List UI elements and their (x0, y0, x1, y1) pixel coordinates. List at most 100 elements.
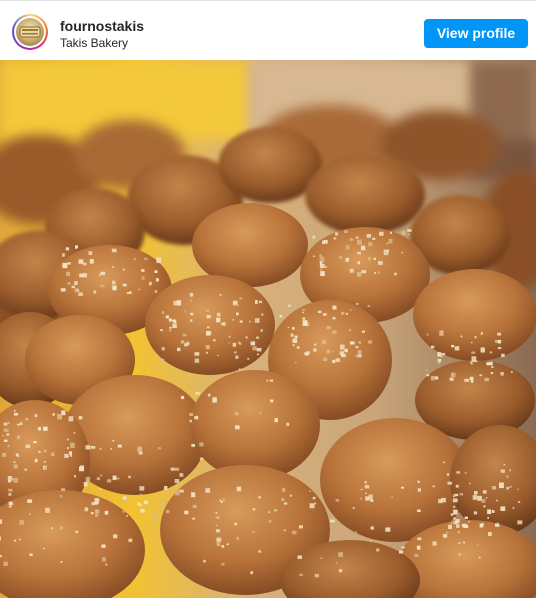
walnut-crumb (90, 446, 96, 449)
walnut-crumb (67, 455, 69, 457)
walnut-crumb (417, 488, 421, 492)
walnut-crumb (78, 416, 83, 420)
walnut-crumb (8, 505, 12, 508)
walnut-crumb (481, 523, 484, 527)
walnut-crumb (312, 235, 316, 239)
walnut-crumb (14, 539, 17, 542)
walnut-crumb (163, 486, 168, 490)
walnut-crumb (177, 347, 181, 352)
avatar[interactable] (12, 14, 48, 50)
walnut-crumb (181, 395, 185, 400)
walnut-crumb (414, 554, 419, 557)
walnut-crumb (451, 372, 456, 378)
walnut-crumb (358, 354, 362, 358)
walnut-crumb (323, 357, 328, 362)
walnut-crumb (60, 561, 63, 563)
walnut-crumb (332, 330, 337, 334)
walnut-crumb (512, 507, 515, 509)
walnut-crumb (335, 561, 338, 564)
walnut-crumb (478, 556, 481, 559)
walnut-crumb (77, 289, 80, 292)
walnut-crumb (219, 499, 222, 502)
walnut-crumb (122, 510, 125, 513)
walnut-crumb (518, 501, 521, 503)
walnut-crumb (401, 251, 404, 254)
walnut-crumb (175, 490, 180, 496)
walnut-crumb (279, 315, 283, 318)
walnut-crumb (360, 497, 362, 500)
walnut-crumb (312, 496, 316, 500)
walnut-crumb (355, 236, 359, 239)
walnut-crumb (99, 447, 102, 450)
walnut-crumb (494, 339, 498, 343)
walnut-crumb (88, 251, 93, 256)
walnut-crumb (357, 261, 361, 265)
walnut-crumb (297, 555, 302, 559)
walnut-crumb (62, 262, 68, 269)
walnut-crumb (217, 354, 219, 356)
walnut-crumb (376, 548, 380, 552)
walnut-crumb (496, 522, 499, 524)
walnut-crumb (94, 509, 100, 513)
walnut-crumb (483, 505, 486, 508)
walnut-crumb (379, 231, 384, 236)
walnut-crumb (234, 351, 237, 354)
walnut-crumb (101, 557, 106, 562)
walnut-crumb (274, 418, 278, 423)
walnut-crumb (451, 344, 454, 348)
walnut-crumb (216, 541, 221, 547)
walnut-crumb (189, 292, 194, 297)
walnut-crumb (474, 336, 477, 339)
walnut-crumb (252, 508, 256, 511)
walnut-crumb (364, 481, 367, 484)
walnut-crumb (320, 271, 325, 277)
walnut-crumb (216, 524, 218, 526)
walnut-crumb (0, 554, 2, 558)
walnut-crumb (260, 329, 263, 332)
username[interactable]: fournostakis (60, 18, 144, 34)
walnut-crumb (65, 247, 70, 251)
walnut-crumb (394, 272, 397, 276)
walnut-crumb (485, 497, 488, 499)
walnut-crumb (160, 329, 164, 332)
walnut-crumb (184, 510, 189, 515)
walnut-crumb (268, 520, 272, 523)
walnut-crumb (291, 530, 297, 535)
walnut-crumb (8, 480, 12, 483)
walnut-crumb (258, 550, 262, 553)
walnut-crumb (299, 573, 303, 576)
walnut-crumb (339, 256, 343, 259)
walnut-crumb (93, 290, 97, 294)
walnut-crumb (335, 232, 339, 236)
walnut-crumb (137, 446, 143, 453)
post-image[interactable] (0, 60, 536, 598)
walnut-crumb (236, 486, 242, 492)
walnut-crumb (238, 341, 241, 344)
walnut-crumb (288, 304, 291, 307)
view-profile-button[interactable]: View profile (424, 19, 528, 48)
walnut-crumb (274, 509, 278, 512)
walnut-crumb (59, 495, 63, 498)
walnut-crumb (126, 494, 129, 497)
walnut-crumb (361, 270, 367, 274)
cookie-shape (145, 275, 275, 375)
walnut-crumb (443, 534, 448, 538)
walnut-crumb (236, 536, 239, 540)
walnut-crumb (313, 348, 317, 352)
walnut-crumb (450, 522, 453, 524)
walnut-crumb (184, 310, 187, 312)
walnut-crumb (59, 526, 64, 530)
walnut-crumb (441, 497, 446, 503)
walnut-crumb (352, 507, 355, 509)
walnut-crumb (372, 237, 376, 240)
walnut-crumb (488, 532, 492, 536)
walnut-crumb (367, 305, 371, 307)
walnut-crumb (2, 452, 6, 457)
walnut-crumb (191, 444, 195, 447)
walnut-crumb (165, 315, 169, 319)
walnut-crumb (344, 348, 348, 353)
walnut-crumb (68, 416, 74, 422)
walnut-crumb (479, 374, 482, 377)
walnut-crumb (357, 251, 361, 255)
walnut-crumb (443, 461, 445, 464)
